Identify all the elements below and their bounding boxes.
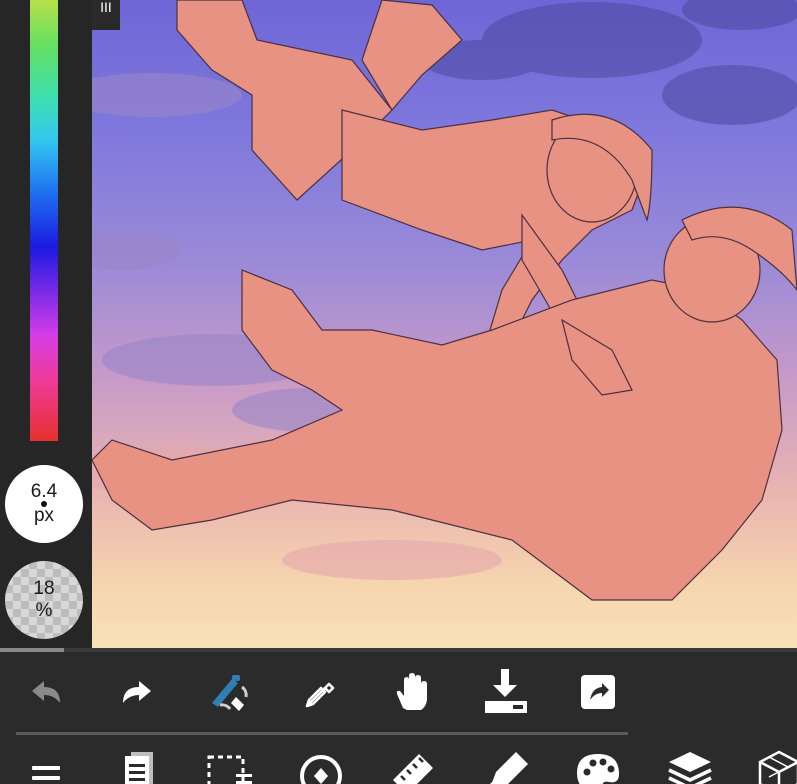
selection-button[interactable] bbox=[206, 747, 252, 784]
panel-handle[interactable]: III bbox=[92, 0, 120, 30]
share-button[interactable] bbox=[575, 669, 621, 715]
ruler-button[interactable] bbox=[389, 747, 435, 784]
undo-button[interactable] bbox=[23, 669, 69, 715]
3d-cube-button[interactable] bbox=[756, 747, 797, 784]
hue-slider[interactable] bbox=[30, 0, 58, 441]
menu-icon bbox=[32, 766, 60, 780]
panel-handle-glyph: III bbox=[100, 0, 112, 15]
pages-icon bbox=[125, 752, 153, 784]
eyedropper-icon bbox=[305, 682, 335, 708]
transform-button[interactable] bbox=[298, 747, 344, 784]
hand-icon bbox=[396, 673, 427, 710]
share-icon bbox=[581, 675, 615, 709]
opacity-value: 18 bbox=[33, 578, 55, 599]
ruler-icon bbox=[393, 754, 433, 784]
download-button[interactable] bbox=[482, 669, 528, 715]
palette-icon bbox=[577, 754, 619, 784]
side-panel: 6.4 px 18 % bbox=[0, 0, 92, 648]
menu-button[interactable] bbox=[23, 749, 69, 784]
artwork bbox=[92, 0, 797, 601]
brush-eraser-swap-button[interactable] bbox=[206, 669, 252, 715]
toolbar-top bbox=[0, 652, 797, 734]
redo-button[interactable] bbox=[114, 669, 160, 715]
download-icon bbox=[485, 669, 527, 713]
pen-icon bbox=[490, 752, 528, 784]
layers-icon bbox=[668, 752, 712, 784]
brush-size-unit: px bbox=[33, 505, 55, 526]
drawing-canvas[interactable] bbox=[92, 0, 797, 652]
redo-icon bbox=[123, 681, 151, 703]
3d-cube-icon bbox=[758, 750, 797, 784]
eyedropper-button[interactable] bbox=[298, 669, 344, 715]
opacity-button[interactable]: 18 % bbox=[5, 561, 83, 639]
brush-eraser-swap-icon bbox=[212, 675, 248, 711]
brush-size-value: 6.4 bbox=[30, 481, 58, 502]
palette-button[interactable] bbox=[575, 747, 621, 784]
brush-size-button[interactable]: 6.4 px bbox=[5, 465, 83, 543]
pages-button[interactable] bbox=[114, 747, 160, 784]
selection-icon bbox=[207, 755, 252, 784]
undo-icon bbox=[32, 681, 60, 703]
layers-button[interactable] bbox=[667, 747, 713, 784]
transform-icon bbox=[300, 755, 342, 784]
opacity-unit: % bbox=[35, 600, 53, 621]
toolbar-bottom bbox=[0, 735, 797, 784]
pen-button[interactable] bbox=[482, 747, 528, 784]
hand-button[interactable] bbox=[389, 669, 435, 715]
